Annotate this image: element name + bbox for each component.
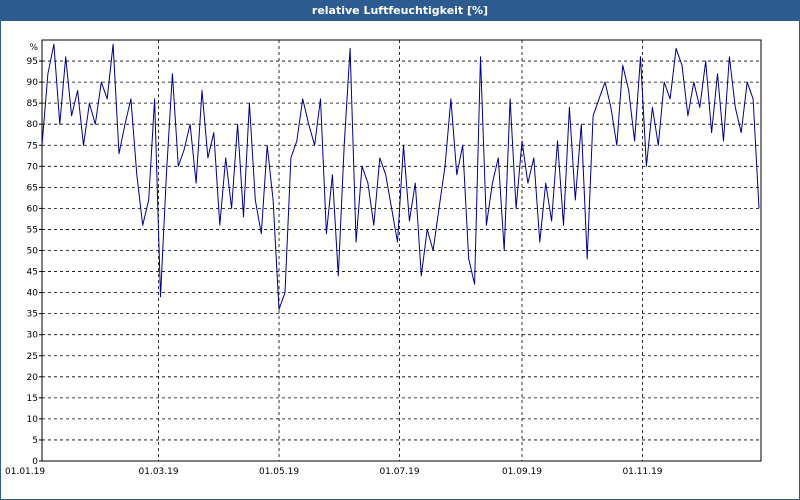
y-tick-label: 50 [27, 247, 39, 257]
y-tick-label: 65 [27, 183, 38, 193]
y-tick-label: 55 [27, 225, 38, 235]
y-tick-label: 70 [27, 162, 39, 172]
y-tick-label: 95 [27, 57, 38, 67]
x-tick-label: 01.03.19 [139, 467, 179, 477]
grid [42, 40, 761, 461]
y-axis-label: % [29, 43, 38, 53]
x-tick-label: 01.01.19 [5, 467, 45, 477]
x-tick-label: 01.07.19 [379, 467, 419, 477]
y-tick-label: 60 [27, 204, 39, 214]
chart-title: relative Luftfeuchtigkeit [%] [1, 1, 799, 21]
y-tick-label: 40 [27, 289, 39, 299]
y-tick-label: 80 [27, 120, 39, 130]
y-tick-label: 0 [32, 457, 38, 467]
plot-frame [41, 39, 762, 462]
x-tick-label: 01.05.19 [259, 467, 299, 477]
chart-window: relative Luftfeuchtigkeit [%] 0 5 10 15 20 25… [0, 0, 800, 500]
y-tick-label: 85 [27, 99, 38, 109]
x-tick-label: 01.11.19 [622, 467, 662, 477]
y-tick-label: 5 [32, 436, 38, 446]
x-tick-label: 01.09.19 [502, 467, 542, 477]
y-tick-label: 25 [27, 352, 38, 362]
y-tick-label: 75 [27, 141, 38, 151]
humidity-line-chart: 0 5 10 15 20 25 30 35 40 45 50 55 60 65 70 75 80 85 90 95% 0… [5, 39, 762, 477]
y-tick-label: 35 [27, 310, 38, 320]
y-tick-label: 10 [27, 415, 39, 425]
y-tick-label: 30 [27, 331, 39, 341]
y-tick-label: 15 [27, 394, 38, 404]
series-layer [41, 43, 760, 310]
y-tick-label: 45 [27, 268, 38, 278]
y-tick-label: 20 [27, 373, 39, 383]
humidity-series-line [41, 43, 760, 310]
axes [39, 39, 762, 462]
y-tick-label: 90 [27, 78, 39, 88]
tick-labels: 0 5 10 15 20 25 30 35 40 45 50 55 60 65 70 75 80 85 90 95% 0… [5, 43, 663, 477]
